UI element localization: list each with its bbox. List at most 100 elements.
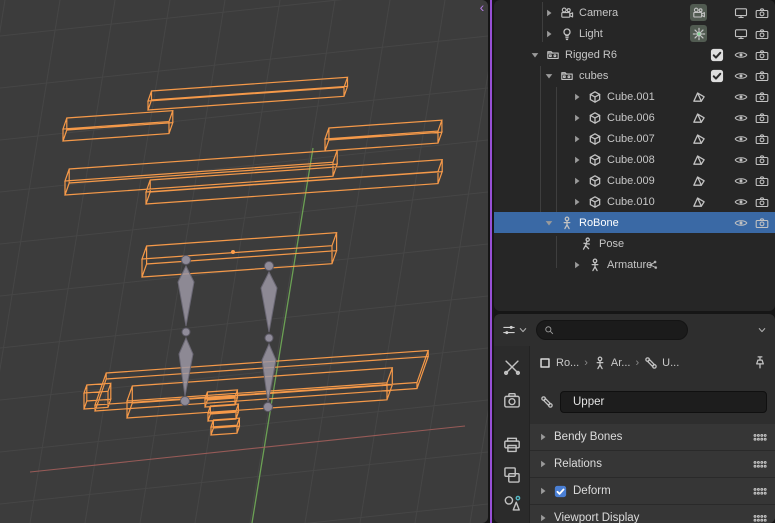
camera-toggle-icon[interactable] (755, 69, 769, 83)
object-properties-icon (538, 356, 552, 370)
outliner-row-cube-001[interactable]: Cube.001 (494, 86, 775, 107)
mesh-data-icon (692, 153, 706, 167)
disclosure-right-icon[interactable] (572, 155, 582, 165)
outliner-row-cube-010[interactable]: Cube.010 (494, 191, 775, 212)
tab-render[interactable] (503, 392, 521, 410)
camera-toggle-icon[interactable] (755, 153, 769, 167)
search-input[interactable] (559, 324, 680, 336)
outliner-row-cubes[interactable]: cubes (494, 65, 775, 86)
bone-name-row (540, 390, 767, 414)
checkbox-blue-icon[interactable] (554, 485, 567, 498)
disclosure-right-icon[interactable] (572, 92, 582, 102)
disclosure-down-icon[interactable] (544, 218, 554, 228)
disclosure-right-icon (538, 432, 548, 442)
outliner-row-pose[interactable]: Pose (494, 233, 775, 254)
breadcrumb-label: Ar... (610, 357, 631, 369)
properties-search[interactable] (536, 320, 688, 340)
outliner-row-cube-008[interactable]: Cube.008 (494, 149, 775, 170)
disclosure-right-icon[interactable] (572, 260, 582, 270)
camera-toggle-icon[interactable] (755, 111, 769, 125)
panel-label: Deform (573, 485, 611, 497)
tab-output[interactable] (503, 436, 521, 454)
armature-data-icon (593, 356, 607, 370)
eye-icon[interactable] (734, 132, 748, 146)
outliner-row-label: Rigged R6 (565, 48, 617, 61)
outliner-row-cube-009[interactable]: Cube.009 (494, 170, 775, 191)
disclosure-right-icon[interactable] (572, 176, 582, 186)
eye-icon[interactable] (734, 111, 748, 125)
breadcrumb-label: Ro... (556, 357, 580, 369)
outliner-row-label: cubes (579, 69, 609, 82)
disclosure-right-icon[interactable] (544, 8, 554, 18)
monitor-icon[interactable] (734, 27, 748, 41)
outliner-row-camera[interactable]: Camera (494, 2, 775, 23)
tool-tab-icon (503, 358, 521, 376)
panel-header-deform[interactable]: Deform (530, 478, 775, 505)
scene-tab-icon (503, 494, 521, 512)
tab-tool[interactable] (503, 358, 521, 376)
eye-icon[interactable] (734, 153, 748, 167)
eye-icon[interactable] (734, 174, 748, 188)
outliner-row-light[interactable]: Light (494, 23, 775, 44)
viewport-canvas[interactable] (0, 0, 488, 523)
bone-name-field[interactable] (560, 391, 767, 413)
panel-header-viewport-display[interactable]: Viewport Display (530, 505, 775, 523)
eye-icon[interactable] (734, 69, 748, 83)
outliner-row-rigged-r6[interactable]: Rigged R6 (494, 44, 775, 65)
grip-icon[interactable] (753, 487, 767, 496)
camera-toggle-icon[interactable] (755, 27, 769, 41)
disclosure-down-icon[interactable] (530, 50, 540, 60)
camera-toggle-icon[interactable] (755, 174, 769, 188)
camera-object-icon (560, 6, 574, 20)
checkbox-icon[interactable] (710, 48, 724, 62)
pin-icon[interactable] (753, 355, 767, 369)
panel-header-bendy-bones[interactable]: Bendy Bones (530, 424, 775, 451)
linked-data-icon (646, 258, 660, 272)
tab-scene[interactable] (503, 494, 521, 512)
grip-icon[interactable] (753, 514, 767, 523)
panel-label: Bendy Bones (554, 431, 623, 443)
tab-view-layer[interactable] (503, 466, 521, 484)
outliner-row-robone[interactable]: RoBone (494, 212, 775, 233)
properties-content: Ro... › Ar... › U... Bendy Bones Relations Def… (530, 346, 775, 523)
header-menu-chevron-icon[interactable] (757, 325, 767, 335)
armature-data-icon (588, 258, 602, 272)
breadcrumb-item[interactable]: Ro... (538, 356, 579, 370)
outliner-row-armature[interactable]: Armature (494, 254, 775, 275)
outliner-row-label: Pose (599, 237, 625, 250)
breadcrumb-item[interactable]: U... (644, 356, 679, 370)
monitor-icon[interactable] (734, 6, 748, 20)
outliner-row-label: Cube.008 (607, 153, 655, 166)
disclosure-down-icon[interactable] (544, 71, 554, 81)
disclosure-right-icon[interactable] (572, 113, 582, 123)
outliner-row-cube-006[interactable]: Cube.006 (494, 107, 775, 128)
disclosure-right-icon[interactable] (572, 197, 582, 207)
outliner-row-cube-007[interactable]: Cube.007 (494, 128, 775, 149)
breadcrumb: Ro... › Ar... › U... (538, 352, 747, 374)
camera-toggle-icon[interactable] (755, 132, 769, 146)
editor-type-button[interactable] (502, 323, 528, 337)
mesh-data-icon (692, 132, 706, 146)
panel-header-relations[interactable]: Relations (530, 451, 775, 478)
camera-toggle-icon[interactable] (755, 216, 769, 230)
grip-icon[interactable] (753, 460, 767, 469)
camera-toggle-icon[interactable] (755, 195, 769, 209)
eye-icon[interactable] (734, 90, 748, 104)
sidebar-collapse-arrow-icon[interactable]: ‹ (476, 0, 488, 16)
breadcrumb-item[interactable]: Ar... (593, 356, 631, 370)
camera-toggle-icon[interactable] (755, 6, 769, 20)
eye-icon[interactable] (734, 195, 748, 209)
data-icon-box (690, 4, 707, 21)
camera-toggle-icon[interactable] (755, 48, 769, 62)
eye-icon[interactable] (734, 216, 748, 230)
camera-toggle-icon[interactable] (755, 90, 769, 104)
view-layer-tab-icon (503, 466, 521, 484)
panel-label: Viewport Display (554, 512, 640, 523)
checkbox-icon[interactable] (710, 69, 724, 83)
breadcrumb-separator: › (584, 357, 588, 369)
3d-viewport[interactable] (0, 0, 488, 523)
grip-icon[interactable] (753, 433, 767, 442)
eye-icon[interactable] (734, 48, 748, 62)
disclosure-right-icon[interactable] (572, 134, 582, 144)
disclosure-right-icon[interactable] (544, 29, 554, 39)
